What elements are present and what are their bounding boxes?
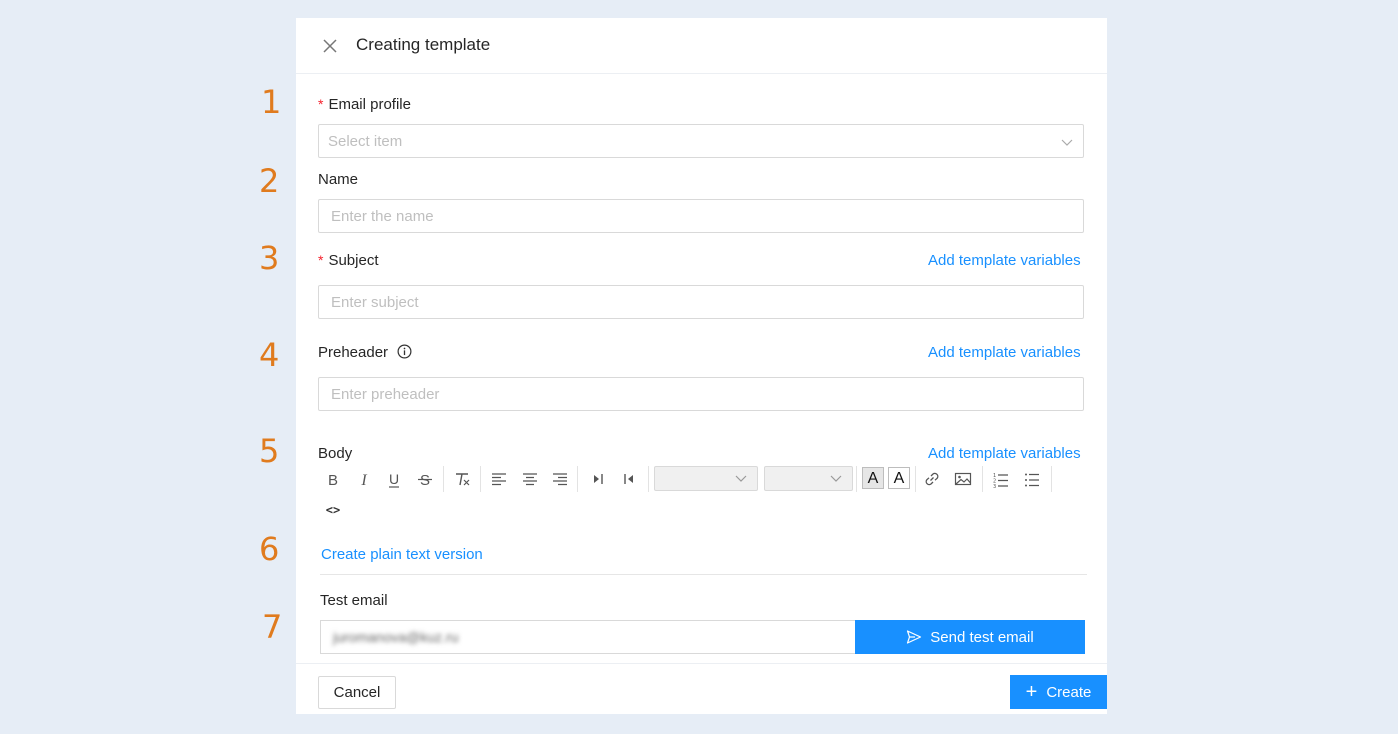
email-profile-select[interactable]: Select item (318, 124, 1084, 158)
name-field-wrapper (318, 199, 1084, 233)
align-center-icon[interactable] (517, 466, 543, 492)
email-profile-placeholder: Select item (328, 133, 403, 150)
chevron-down-icon (735, 475, 747, 482)
body-label: Body (318, 445, 353, 462)
name-label: Name (318, 171, 359, 188)
step-number-2: 2 (259, 162, 280, 200)
subject-add-variables-link[interactable]: Add template variables (928, 252, 1081, 269)
image-icon[interactable] (950, 466, 976, 492)
subject-label-text: Subject (328, 252, 379, 269)
italic-button[interactable]: I (351, 466, 377, 492)
step-number-4: 4 (259, 336, 280, 374)
subject-label: * Subject (318, 252, 379, 269)
body-editor-toolbar: B I U S A A 1 2 3 <> (318, 464, 1084, 528)
create-plain-text-version-link[interactable]: Create plain text version (321, 546, 483, 563)
send-test-email-label: Send test email (930, 628, 1034, 646)
preheader-label: Preheader (318, 344, 412, 361)
align-right-icon[interactable] (547, 466, 573, 492)
font-family-select[interactable] (654, 466, 758, 491)
panel-header: Creating template (296, 18, 1107, 74)
chevron-down-icon (1061, 139, 1073, 146)
toolbar-separator (915, 466, 916, 492)
underline-glyph: U (389, 471, 399, 487)
test-email-label: Test email (320, 592, 388, 609)
test-email-value: juromanova@kuz.ru (333, 629, 459, 645)
strike-glyph: S (420, 472, 430, 489)
strikethrough-button[interactable]: S (412, 466, 438, 492)
bold-button[interactable]: B (320, 466, 346, 492)
toolbar-separator (982, 466, 983, 492)
cancel-button[interactable]: Cancel (318, 676, 396, 709)
italic-glyph: I (360, 472, 367, 489)
create-button[interactable]: + Create (1010, 675, 1107, 709)
page: 1 2 3 4 5 6 7 Creating template * Email p… (0, 0, 1398, 734)
toolbar-separator (1051, 466, 1052, 492)
toolbar-separator (856, 466, 857, 492)
toolbar-separator (577, 466, 578, 492)
name-input[interactable] (319, 200, 1083, 232)
create-template-panel: Creating template * Email profile Select … (296, 18, 1107, 714)
panel-footer: Cancel + Create (296, 663, 1107, 714)
step-number-3: 3 (259, 239, 280, 277)
step-number-6: 6 (259, 530, 280, 568)
clear-format-icon[interactable] (449, 466, 475, 492)
section-divider (320, 574, 1087, 575)
send-icon (907, 630, 922, 644)
link-icon[interactable] (919, 466, 945, 492)
ordered-list-icon[interactable]: 123 (988, 466, 1014, 492)
email-profile-label: * Email profile (318, 96, 411, 113)
test-email-input[interactable]: juromanova@kuz.ru (320, 620, 856, 654)
preheader-input[interactable] (319, 378, 1083, 410)
create-button-label: Create (1046, 683, 1092, 701)
chevron-down-icon (830, 475, 842, 482)
indent-icon[interactable] (585, 466, 611, 492)
background-color-button[interactable]: A (888, 467, 910, 489)
align-left-icon[interactable] (486, 466, 512, 492)
toolbar-separator (480, 466, 481, 492)
close-icon[interactable] (320, 36, 340, 56)
outdent-icon[interactable] (616, 466, 642, 492)
send-test-email-button[interactable]: Send test email (855, 620, 1085, 654)
required-mark: * (318, 96, 324, 112)
step-number-7: 7 (262, 608, 283, 646)
toolbar-separator (443, 466, 444, 492)
required-mark: * (318, 252, 324, 268)
step-number-5: 5 (259, 432, 280, 470)
bold-glyph: B (328, 472, 338, 489)
step-number-1: 1 (261, 83, 282, 121)
preheader-field-wrapper (318, 377, 1084, 411)
unordered-list-icon[interactable] (1019, 466, 1045, 492)
subject-input[interactable] (319, 286, 1083, 318)
toolbar-separator (648, 466, 649, 492)
plus-icon: + (1025, 681, 1038, 703)
preheader-label-text: Preheader (318, 344, 389, 361)
font-color-button[interactable]: A (862, 467, 884, 489)
body-add-variables-link[interactable]: Add template variables (928, 445, 1081, 462)
panel-title: Creating template (356, 35, 491, 54)
font-size-select[interactable] (764, 466, 853, 491)
subject-field-wrapper (318, 285, 1084, 319)
code-view-button[interactable]: <> (320, 496, 346, 522)
preheader-add-variables-link[interactable]: Add template variables (928, 344, 1081, 361)
info-icon[interactable] (397, 344, 412, 359)
email-profile-label-text: Email profile (328, 96, 411, 113)
svg-text:3: 3 (993, 484, 996, 490)
underline-button[interactable]: U (381, 466, 407, 492)
code-glyph: <> (326, 503, 340, 517)
